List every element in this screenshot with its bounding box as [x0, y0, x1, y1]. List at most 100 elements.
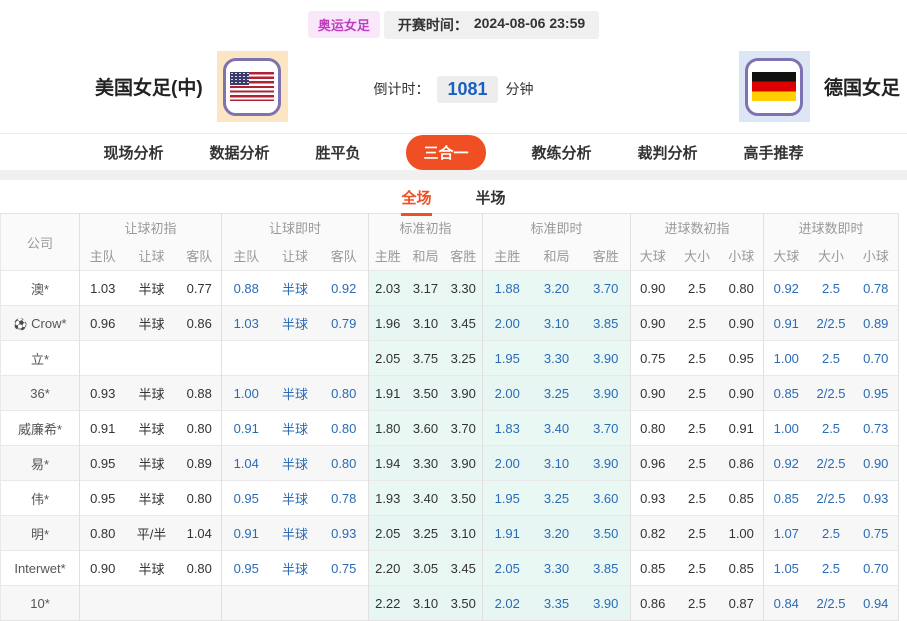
subtab-1[interactable]: 全场	[401, 187, 431, 216]
odds-cell[interactable]: 2/2.5	[809, 376, 854, 411]
odds-cell[interactable]: 3.90	[582, 341, 631, 376]
odds-cell[interactable]: 0.70	[854, 341, 899, 376]
odds-cell[interactable]: 半球	[271, 551, 320, 586]
odds-cell[interactable]: 3.40	[532, 411, 582, 446]
odds-cell[interactable]: 0.80	[320, 376, 369, 411]
nav-tab-6[interactable]: 裁判分析	[638, 142, 698, 163]
odds-cell[interactable]: 2/2.5	[809, 586, 854, 621]
odds-cell[interactable]: 0.94	[854, 586, 899, 621]
odds-cell[interactable]: 3.90	[582, 586, 631, 621]
odds-cell[interactable]: 0.95	[854, 376, 899, 411]
odds-cell[interactable]: 3.20	[532, 516, 582, 551]
odds-cell[interactable]: 3.20	[532, 271, 582, 306]
odds-cell[interactable]: 3.10	[532, 306, 582, 341]
odds-cell[interactable]: 3.30	[532, 341, 582, 376]
odds-cell[interactable]: 0.79	[320, 306, 369, 341]
odds-cell[interactable]: 0.92	[764, 446, 809, 481]
odds-cell[interactable]: 1.95	[483, 481, 532, 516]
odds-cell[interactable]: 2.5	[809, 341, 854, 376]
odds-cell[interactable]: 半球	[271, 481, 320, 516]
nav-tab-5[interactable]: 教练分析	[532, 142, 592, 163]
odds-cell[interactable]: 2.5	[809, 411, 854, 446]
odds-cell[interactable]: 半球	[271, 306, 320, 341]
odds-cell[interactable]: 3.25	[532, 376, 582, 411]
odds-cell[interactable]: 1.00	[764, 341, 809, 376]
odds-cell: 0.85	[720, 481, 764, 516]
odds-cell[interactable]: 1.95	[483, 341, 532, 376]
odds-cell[interactable]: 0.91	[764, 306, 809, 341]
odds-cell[interactable]: 0.75	[854, 516, 899, 551]
odds-cell[interactable]: 0.93	[320, 516, 369, 551]
odds-cell[interactable]: 0.84	[764, 586, 809, 621]
odds-cell[interactable]: 1.07	[764, 516, 809, 551]
odds-cell[interactable]: 2.02	[483, 586, 532, 621]
odds-cell[interactable]: 1.88	[483, 271, 532, 306]
odds-cell[interactable]: 0.70	[854, 551, 899, 586]
odds-cell[interactable]: 0.85	[764, 376, 809, 411]
odds-cell[interactable]: 1.04	[222, 446, 271, 481]
odds-cell[interactable]: 0.85	[764, 481, 809, 516]
odds-cell[interactable]: 0.93	[854, 481, 899, 516]
odds-cell[interactable]: 半球	[271, 271, 320, 306]
odds-cell[interactable]: 2.00	[483, 306, 532, 341]
odds-cell[interactable]: 半球	[271, 516, 320, 551]
odds-cell[interactable]: 2.00	[483, 446, 532, 481]
odds-cell[interactable]: 3.50	[582, 516, 631, 551]
odds-cell[interactable]: 2.05	[483, 551, 532, 586]
odds-cell[interactable]: 0.95	[222, 551, 271, 586]
table-row: 10*2.223.103.502.023.353.900.862.50.870.…	[1, 586, 899, 621]
nav-tab-3[interactable]: 胜平负	[315, 142, 360, 163]
odds-cell[interactable]: 3.35	[532, 586, 582, 621]
odds-cell[interactable]: 0.91	[222, 411, 271, 446]
subtab-2[interactable]: 半场	[476, 187, 506, 213]
odds-cell[interactable]: 1.03	[222, 306, 271, 341]
nav-tab-1[interactable]: 现场分析	[103, 142, 163, 163]
odds-cell[interactable]: 3.25	[532, 481, 582, 516]
odds-cell[interactable]: 1.00	[764, 411, 809, 446]
odds-cell: 0.91	[720, 411, 764, 446]
odds-cell[interactable]: 0.78	[854, 271, 899, 306]
odds-cell[interactable]: 2.5	[809, 551, 854, 586]
nav-tab-2[interactable]: 数据分析	[209, 142, 269, 163]
odds-cell: 3.50	[407, 376, 445, 411]
odds-cell[interactable]: 3.30	[532, 551, 582, 586]
odds-cell[interactable]: 1.05	[764, 551, 809, 586]
odds-cell[interactable]: 2/2.5	[809, 481, 854, 516]
odds-cell[interactable]: 3.85	[582, 551, 631, 586]
odds-cell	[178, 586, 222, 621]
odds-cell: 0.86	[631, 586, 675, 621]
odds-cell[interactable]: 0.92	[320, 271, 369, 306]
odds-cell[interactable]: 3.70	[582, 411, 631, 446]
odds-cell[interactable]: 2.00	[483, 376, 532, 411]
odds-cell[interactable]: 0.91	[222, 516, 271, 551]
odds-cell[interactable]: 0.80	[320, 411, 369, 446]
odds-cell[interactable]: 1.00	[222, 376, 271, 411]
odds-cell[interactable]: 2/2.5	[809, 306, 854, 341]
odds-cell	[320, 341, 369, 376]
odds-cell[interactable]: 3.70	[582, 271, 631, 306]
odds-cell[interactable]: 半球	[271, 446, 320, 481]
odds-cell[interactable]: 1.91	[483, 516, 532, 551]
odds-cell[interactable]: 0.73	[854, 411, 899, 446]
odds-cell[interactable]: 0.95	[222, 481, 271, 516]
odds-cell[interactable]: 0.88	[222, 271, 271, 306]
odds-cell[interactable]: 3.90	[582, 446, 631, 481]
odds-cell[interactable]: 0.75	[320, 551, 369, 586]
odds-cell[interactable]: 2.5	[809, 516, 854, 551]
odds-cell[interactable]: 半球	[271, 376, 320, 411]
odds-cell[interactable]: 0.89	[854, 306, 899, 341]
odds-cell[interactable]: 3.60	[582, 481, 631, 516]
odds-cell[interactable]: 2.5	[809, 271, 854, 306]
odds-cell[interactable]: 2/2.5	[809, 446, 854, 481]
odds-cell[interactable]: 0.78	[320, 481, 369, 516]
nav-tab-7[interactable]: 高手推荐	[744, 142, 804, 163]
odds-cell[interactable]: 3.10	[532, 446, 582, 481]
odds-cell[interactable]: 3.85	[582, 306, 631, 341]
odds-cell[interactable]: 0.80	[320, 446, 369, 481]
nav-tab-4[interactable]: 三合一	[406, 135, 485, 170]
odds-cell[interactable]: 半球	[271, 411, 320, 446]
odds-cell[interactable]: 3.90	[582, 376, 631, 411]
odds-cell[interactable]: 1.83	[483, 411, 532, 446]
odds-cell[interactable]: 0.92	[764, 271, 809, 306]
odds-cell[interactable]: 0.90	[854, 446, 899, 481]
